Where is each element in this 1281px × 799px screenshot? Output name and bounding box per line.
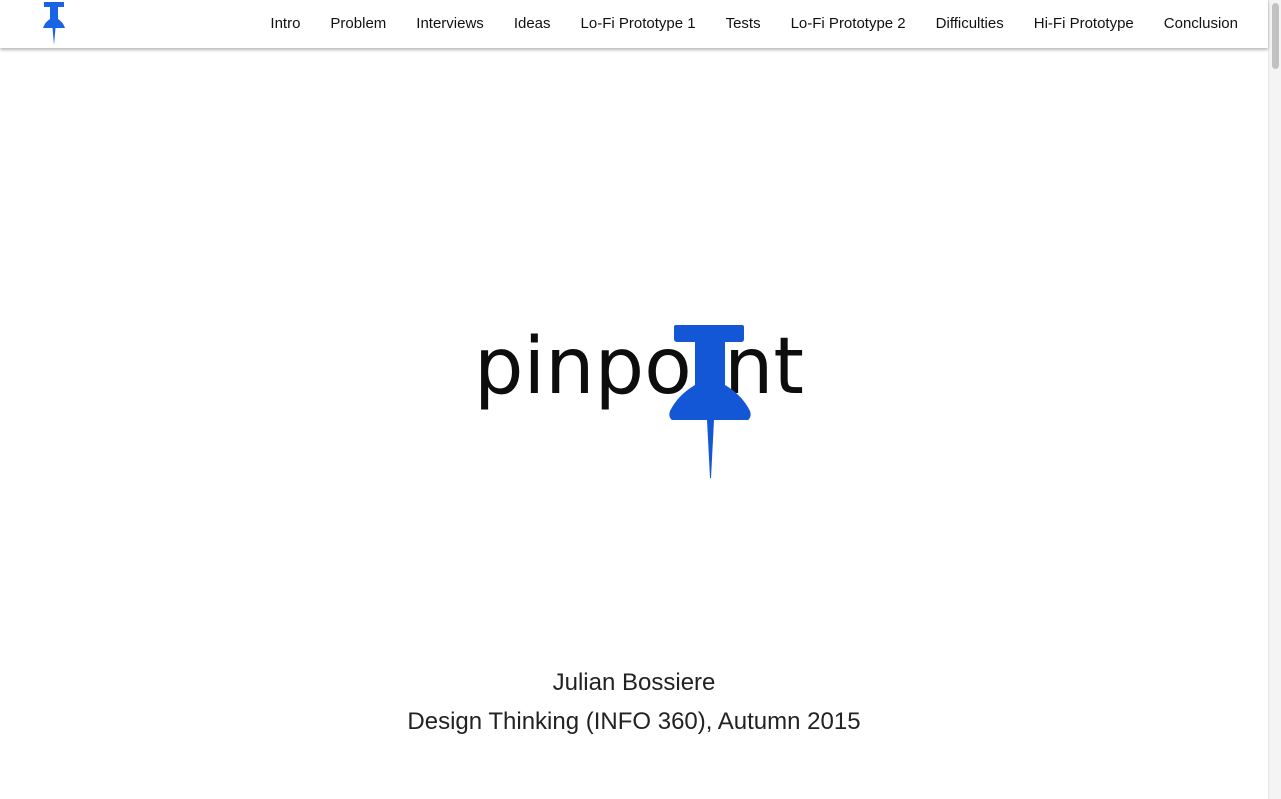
nav-link-hifi-prototype[interactable]: Hi-Fi Prototype: [1019, 15, 1149, 32]
nav-link-problem[interactable]: Problem: [315, 15, 401, 32]
top-navbar: Intro Problem Interviews Ideas Lo-Fi Pro…: [0, 0, 1268, 48]
logo-wordmark-start: pinpo: [474, 322, 692, 412]
nav-link-conclusion[interactable]: Conclusion: [1149, 15, 1253, 32]
author-name: Julian Bossiere: [552, 669, 716, 696]
nav-link-lofi-prototype-2[interactable]: Lo-Fi Prototype 2: [776, 15, 921, 32]
nav-link-ideas[interactable]: Ideas: [499, 15, 566, 32]
nav-link-intro[interactable]: Intro: [255, 15, 315, 32]
nav-link-difficulties[interactable]: Difficulties: [921, 15, 1019, 32]
vertical-scrollbar[interactable]: [1268, 0, 1281, 799]
scrollbar-thumb[interactable]: [1272, 3, 1279, 69]
course-title: Design Thinking (INFO 360), Autumn 2015: [407, 708, 861, 735]
pinpoint-logo: pinpo nt: [472, 322, 812, 482]
author-block: Julian Bossiere Design Thinking (INFO 36…: [0, 663, 1268, 741]
page: Intro Problem Interviews Ideas Lo-Fi Pro…: [0, 0, 1281, 799]
nav-link-lofi-prototype-1[interactable]: Lo-Fi Prototype 1: [566, 15, 711, 32]
nav-links: Intro Problem Interviews Ideas Lo-Fi Pro…: [255, 0, 1268, 48]
pushpin-icon: [669, 325, 751, 478]
pushpin-icon[interactable]: [40, 2, 68, 46]
nav-link-tests[interactable]: Tests: [711, 15, 776, 32]
nav-link-interviews[interactable]: Interviews: [401, 15, 499, 32]
